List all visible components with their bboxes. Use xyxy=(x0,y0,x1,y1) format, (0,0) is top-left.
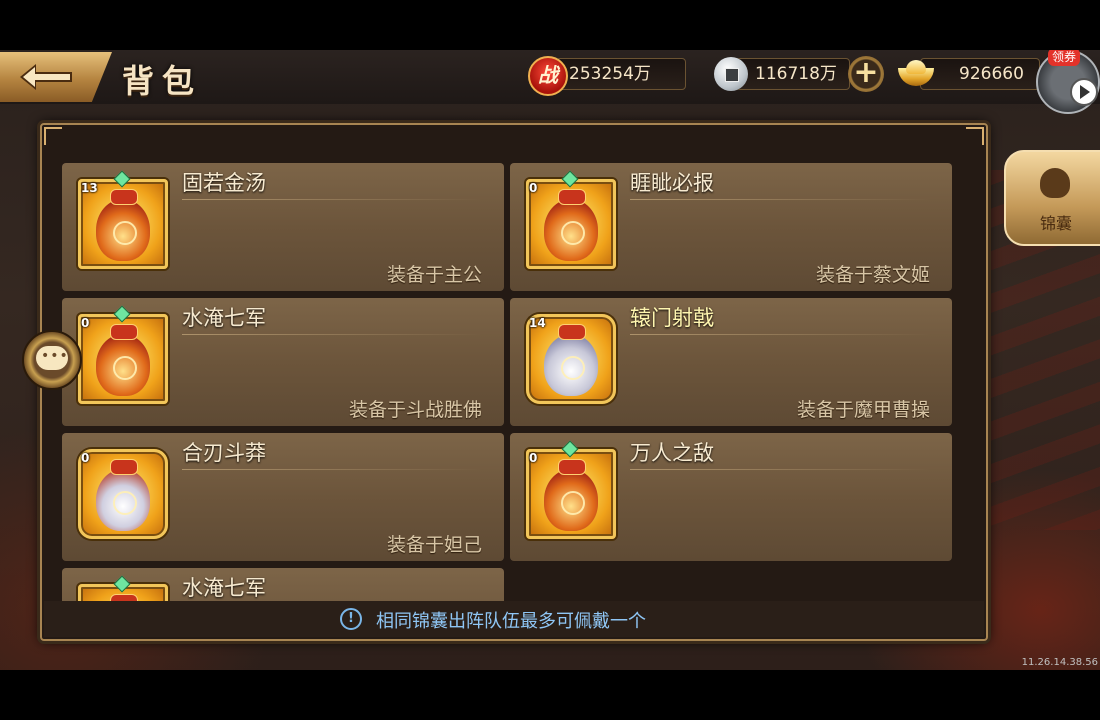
item-name: 水淹七军 xyxy=(182,306,266,330)
divider xyxy=(182,334,482,335)
item-icon-frame: 0 xyxy=(526,170,616,269)
item-card[interactable]: 0 睚眦必报 装备于蔡文姬 xyxy=(510,163,952,291)
panel-corner xyxy=(44,127,62,145)
item-count: 13 xyxy=(81,181,98,195)
chat-button[interactable] xyxy=(22,330,82,390)
chat-bubble-icon xyxy=(36,346,69,370)
info-icon: ! xyxy=(340,608,362,630)
item-name: 睚眦必报 xyxy=(630,171,714,195)
item-card[interactable]: 水淹七军 xyxy=(62,568,504,603)
item-icon-frame: 0 xyxy=(78,449,168,539)
coupon-tag: 领券 xyxy=(1048,50,1081,66)
divider xyxy=(630,334,930,335)
item-count: 0 xyxy=(81,451,90,465)
tab-brocade-bag[interactable]: 锦囊 xyxy=(1004,150,1100,246)
item-name: 水淹七军 xyxy=(182,576,266,600)
silver-value: 116718万 xyxy=(755,64,837,84)
gold-display: 926660 xyxy=(920,58,1040,90)
silver-display: 116718万 xyxy=(736,58,850,90)
item-count: 0 xyxy=(529,181,538,195)
tip-bar: ! 相同锦囊出阵队伍最多可佩戴一个 xyxy=(44,601,984,637)
item-card[interactable]: 0 合刃斗莽 装备于妲己 xyxy=(62,433,504,561)
item-card[interactable]: 0 万人之敌 xyxy=(510,433,952,561)
add-currency-button[interactable]: + xyxy=(848,56,884,92)
item-list[interactable]: 13 固若金汤 装备于主公 0 睚眦必报 装备于蔡文姬 0 水淹七军 装备于斗战… xyxy=(62,163,958,603)
gold-ingot-icon xyxy=(896,58,936,90)
divider xyxy=(630,469,930,470)
item-card[interactable]: 14 辕门射戟 装备于魔甲曹操 xyxy=(510,298,952,426)
item-count: 0 xyxy=(81,316,90,330)
panel-corner xyxy=(966,127,984,145)
item-equip-status: 装备于主公 xyxy=(386,264,482,286)
power-value: 253254万 xyxy=(569,64,651,84)
power-display: 253254万 xyxy=(556,58,686,90)
bag-panel: 13 固若金汤 装备于主公 0 睚眦必报 装备于蔡文姬 0 水淹七军 装备于斗战… xyxy=(40,123,988,641)
item-equip-status: 装备于斗战胜佛 xyxy=(348,399,482,421)
divider xyxy=(182,469,482,470)
game-screen: 背包 253254万 战 116718万 + 926660 领券 13 固若金汤… xyxy=(0,50,1100,670)
timestamp: 11.26.14.38.56 xyxy=(1021,657,1098,668)
gold-value: 926660 xyxy=(959,64,1024,84)
item-equip-status: 装备于魔甲曹操 xyxy=(796,399,930,421)
item-equip-status: 装备于妲己 xyxy=(386,534,482,556)
item-card[interactable]: 0 水淹七军 装备于斗战胜佛 xyxy=(62,298,504,426)
back-arrow-icon xyxy=(20,64,72,90)
item-icon-frame: 0 xyxy=(78,305,168,404)
coupon-button[interactable]: 领券 xyxy=(1036,50,1100,114)
item-icon-frame: 0 xyxy=(526,440,616,539)
item-equip-status: 装备于蔡文姬 xyxy=(815,264,930,286)
page-title: 背包 xyxy=(122,62,203,100)
brocade-bag-tab-icon xyxy=(1040,168,1070,198)
item-name: 合刃斗莽 xyxy=(182,441,266,465)
top-bar: 背包 253254万 战 116718万 + 926660 领券 xyxy=(0,50,1100,114)
item-icon-frame: 13 xyxy=(78,170,168,269)
tab-label: 锦囊 xyxy=(1039,214,1072,233)
item-count: 14 xyxy=(529,316,546,330)
item-name: 固若金汤 xyxy=(182,171,266,195)
item-card[interactable]: 13 固若金汤 装备于主公 xyxy=(62,163,504,291)
item-count: 0 xyxy=(529,451,538,465)
play-icon xyxy=(1070,78,1098,106)
silver-coin-icon xyxy=(714,57,748,91)
divider xyxy=(182,199,482,200)
back-button[interactable] xyxy=(0,52,112,102)
item-name: 万人之敌 xyxy=(630,441,714,465)
zhan-power-icon: 战 xyxy=(528,56,568,96)
item-icon-frame: 14 xyxy=(526,314,616,404)
tip-text: 相同锦囊出阵队伍最多可佩戴一个 xyxy=(376,611,646,632)
item-name: 辕门射戟 xyxy=(630,306,714,330)
divider xyxy=(630,199,930,200)
